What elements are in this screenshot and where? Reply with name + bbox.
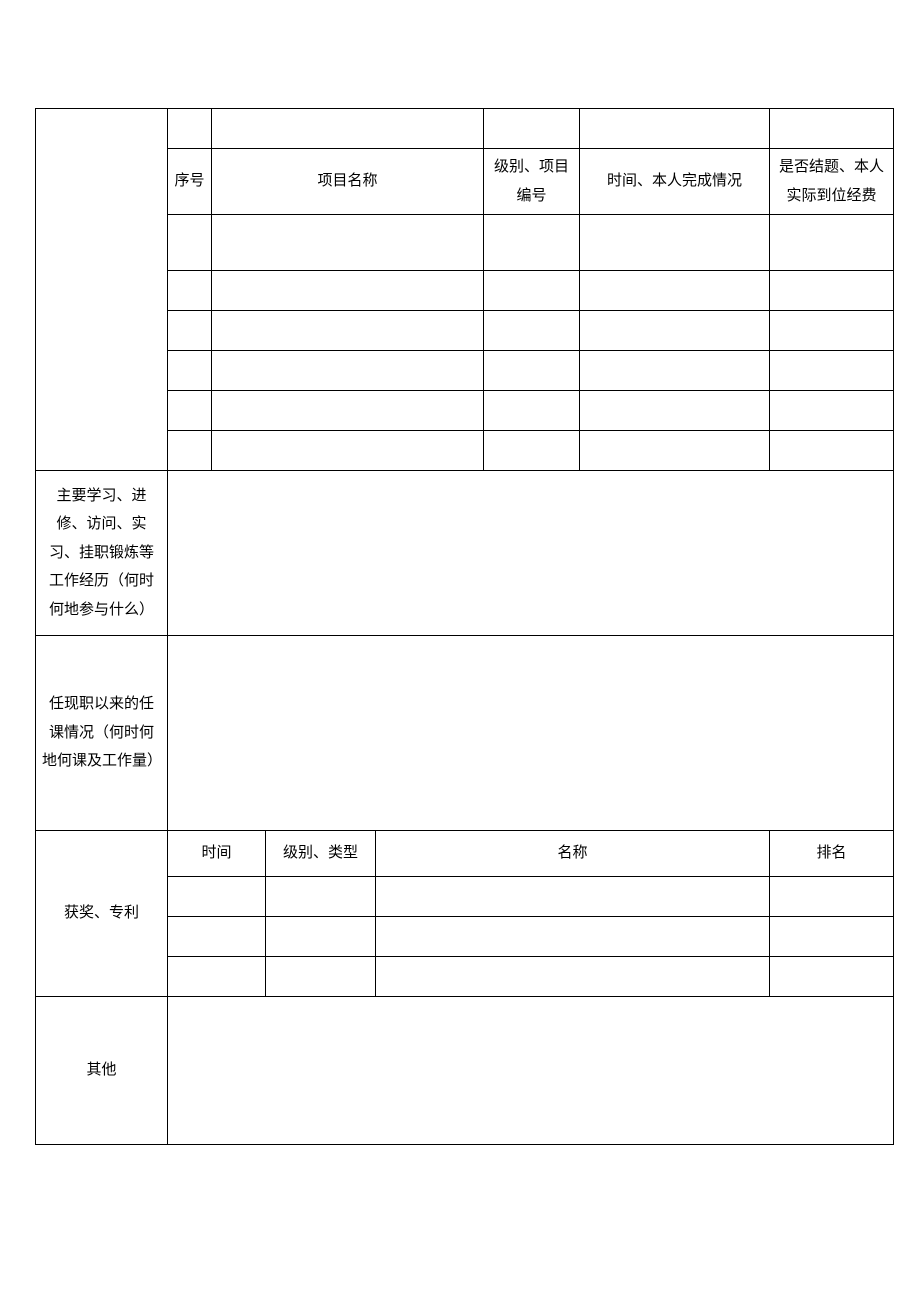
cell-level — [484, 431, 580, 471]
awards-type-header: 级别、类型 — [266, 831, 376, 877]
cell-status — [580, 431, 770, 471]
table-row: 任现职以来的任课情况（何时何地何课及工作量） — [36, 636, 894, 831]
cell-funding — [770, 311, 894, 351]
cell-funding — [770, 215, 894, 271]
cell-status — [580, 351, 770, 391]
awards-type — [266, 917, 376, 957]
cell-blank — [484, 109, 580, 149]
study-label: 主要学习、进修、访问、实习、挂职锻炼等工作经历（何时何地参与什么） — [36, 471, 168, 636]
awards-time — [168, 917, 266, 957]
cell-blank — [168, 109, 212, 149]
cell-blank — [212, 109, 484, 149]
projects-section-label — [36, 109, 168, 471]
cell-name — [212, 215, 484, 271]
table-row: 获奖、专利 时间 级别、类型 名称 排名 — [36, 831, 894, 877]
awards-name — [376, 917, 770, 957]
cell-funding — [770, 351, 894, 391]
awards-name — [376, 957, 770, 997]
cell-seq — [168, 215, 212, 271]
cell-name — [212, 431, 484, 471]
awards-time-header: 时间 — [168, 831, 266, 877]
table-row: 主要学习、进修、访问、实习、挂职锻炼等工作经历（何时何地参与什么） — [36, 471, 894, 636]
study-content — [168, 471, 894, 636]
awards-rank — [770, 877, 894, 917]
cell-status — [580, 311, 770, 351]
col-funding-header: 是否结题、本人实际到位经费 — [770, 149, 894, 215]
cell-level — [484, 271, 580, 311]
awards-type — [266, 957, 376, 997]
cell-name — [212, 391, 484, 431]
table-row: 其他 — [36, 997, 894, 1145]
teaching-content — [168, 636, 894, 831]
col-level-header: 级别、项目编号 — [484, 149, 580, 215]
cell-name — [212, 311, 484, 351]
col-seq-header: 序号 — [168, 149, 212, 215]
cell-seq — [168, 311, 212, 351]
col-status-header: 时间、本人完成情况 — [580, 149, 770, 215]
cell-level — [484, 215, 580, 271]
awards-rank-header: 排名 — [770, 831, 894, 877]
cell-funding — [770, 271, 894, 311]
awards-rank — [770, 917, 894, 957]
cell-status — [580, 391, 770, 431]
awards-name — [376, 877, 770, 917]
cell-funding — [770, 431, 894, 471]
cell-level — [484, 391, 580, 431]
cell-seq — [168, 351, 212, 391]
cell-seq — [168, 271, 212, 311]
cell-name — [212, 271, 484, 311]
cell-seq — [168, 431, 212, 471]
col-name-header: 项目名称 — [212, 149, 484, 215]
cell-funding — [770, 391, 894, 431]
other-label: 其他 — [36, 997, 168, 1145]
cell-status — [580, 271, 770, 311]
awards-time — [168, 877, 266, 917]
cell-blank — [580, 109, 770, 149]
awards-label: 获奖、专利 — [36, 831, 168, 997]
awards-name-header: 名称 — [376, 831, 770, 877]
awards-type — [266, 877, 376, 917]
cell-name — [212, 351, 484, 391]
form-table: 序号 项目名称 级别、项目编号 时间、本人完成情况 是否结题、本人实际到位经费 — [35, 108, 894, 1145]
other-content — [168, 997, 894, 1145]
cell-seq — [168, 391, 212, 431]
awards-rank — [770, 957, 894, 997]
table-row — [36, 109, 894, 149]
teaching-label: 任现职以来的任课情况（何时何地何课及工作量） — [36, 636, 168, 831]
cell-level — [484, 311, 580, 351]
cell-level — [484, 351, 580, 391]
cell-status — [580, 215, 770, 271]
cell-blank — [770, 109, 894, 149]
awards-time — [168, 957, 266, 997]
page-container: 序号 项目名称 级别、项目编号 时间、本人完成情况 是否结题、本人实际到位经费 — [0, 0, 920, 1301]
